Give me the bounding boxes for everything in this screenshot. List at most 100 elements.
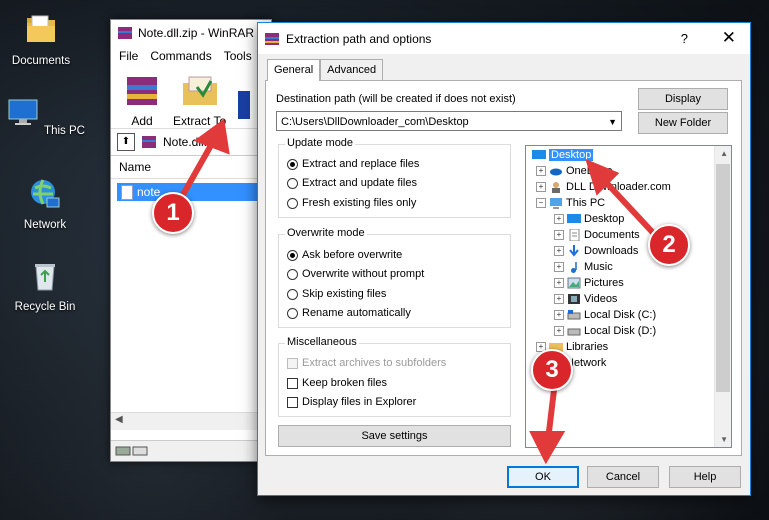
destination-label: Destination path (will be created if doe… [276, 93, 516, 105]
horizontal-scrollbar[interactable]: ◀ [111, 412, 271, 430]
radio-rename-auto[interactable]: Rename automatically [287, 307, 411, 319]
desktop-icon-recycle-bin[interactable]: Recycle Bin [5, 258, 85, 313]
dialog-titlebar[interactable]: Extraction path and options ? ✕ [258, 23, 750, 54]
chevron-down-icon[interactable]: ▼ [608, 112, 617, 132]
tree-item-music[interactable]: + Music [554, 259, 613, 274]
radio-selected-icon[interactable] [287, 158, 298, 170]
tree-item-local-d[interactable]: + Local Disk (D:) [554, 323, 656, 338]
expand-icon[interactable]: + [554, 213, 564, 224]
radio-skip-existing[interactable]: Skip existing files [287, 288, 386, 300]
tree-item-label: Local Disk (C:) [584, 308, 657, 321]
download-arrow-icon [569, 244, 579, 257]
scroll-up-icon[interactable]: ▲ [720, 149, 728, 158]
desktop-icon-label: Recycle Bin [14, 301, 76, 313]
close-icon[interactable]: ✕ [722, 28, 736, 48]
checkbox-keep-broken[interactable]: Keep broken files [287, 377, 387, 389]
cancel-button[interactable]: Cancel [587, 466, 659, 488]
tab-advanced[interactable]: Advanced [320, 59, 384, 80]
radio-icon[interactable] [287, 288, 298, 300]
archive-small-icon [142, 136, 156, 148]
tree-item-pc-desktop[interactable]: + Desktop [554, 211, 624, 226]
desktop-icon-documents[interactable]: Documents [1, 12, 81, 67]
up-folder-icon[interactable]: ⬆ [117, 133, 135, 151]
tree-item-user[interactable]: + DLL Downloader.com [536, 179, 671, 194]
drive-icon [567, 309, 581, 319]
desktop-icon-this-pc[interactable]: This PC [5, 94, 85, 137]
miscellaneous-title: Miscellaneous [285, 336, 359, 348]
expand-icon[interactable]: + [554, 277, 564, 288]
callout-2: 2 [648, 224, 690, 266]
desktop-icon-network[interactable]: Network [5, 176, 85, 231]
menu-commands[interactable]: Commands [150, 49, 211, 63]
radio-selected-icon[interactable] [287, 249, 298, 261]
expand-icon[interactable]: + [536, 165, 546, 176]
option-label: Rename automatically [302, 307, 411, 319]
collapse-icon[interactable]: − [536, 197, 546, 208]
radio-ask-before[interactable]: Ask before overwrite [287, 249, 402, 261]
checkbox-icon[interactable] [287, 396, 298, 408]
test-button-partial[interactable] [236, 87, 251, 128]
save-settings-button[interactable]: Save settings [278, 425, 511, 447]
tree-item-this-pc[interactable]: − This PC [536, 195, 605, 210]
folder-tree[interactable]: Desktop + OneDrive + DLL Downloader.com … [525, 145, 732, 448]
winrar-window: Note.dll.zip - WinRAR File Commands Tool… [110, 19, 272, 462]
ok-button[interactable]: OK [507, 466, 579, 488]
tree-item-pictures[interactable]: + Pictures [554, 275, 624, 290]
tree-item-label: This PC [566, 196, 606, 209]
add-button[interactable]: Add [121, 73, 163, 128]
checkbox-icon[interactable] [287, 357, 298, 369]
expand-icon[interactable]: + [554, 325, 564, 336]
scrollbar-thumb[interactable] [716, 164, 730, 392]
tree-item-desktop[interactable]: Desktop [532, 147, 594, 162]
checkbox-extract-subfolders[interactable]: Extract archives to subfolders [287, 357, 446, 369]
miscellaneous-group: Miscellaneous Extract archives to subfol… [278, 336, 511, 417]
desktop-icon-label: Network [23, 219, 67, 231]
column-header-name[interactable]: Name [111, 156, 271, 179]
expand-icon[interactable]: + [554, 309, 564, 320]
tree-vertical-scrollbar[interactable]: ▲ ▼ [714, 146, 731, 447]
option-label: Display files in Explorer [302, 396, 417, 408]
extract-to-button[interactable]: Extract To [173, 73, 226, 128]
tree-item-label: OneDrive [566, 164, 613, 177]
help-button[interactable]: Help [669, 466, 741, 488]
destination-path-input[interactable]: C:\Users\DllDownloader_com\Desktop ▼ [276, 111, 622, 131]
tab-general[interactable]: General [267, 59, 321, 81]
radio-extract-replace[interactable]: Extract and replace files [287, 158, 419, 170]
tree-item-documents[interactable]: + Documents [554, 227, 640, 242]
expand-icon[interactable]: + [554, 245, 564, 256]
help-icon[interactable]: ? [681, 31, 688, 46]
radio-icon[interactable] [287, 197, 298, 209]
tree-item-label: Videos [584, 292, 618, 305]
tree-item-local-c[interactable]: + Local Disk (C:) [554, 307, 656, 322]
radio-overwrite-without-prompt[interactable]: Overwrite without prompt [287, 268, 424, 280]
callout-3: 3 [531, 349, 573, 391]
expand-icon[interactable]: + [554, 293, 564, 304]
display-button[interactable]: Display [638, 88, 728, 110]
radio-icon[interactable] [287, 268, 298, 280]
onedrive-cloud-icon [550, 168, 562, 175]
desktop-folder-icon [567, 213, 581, 223]
expand-icon[interactable]: + [536, 181, 546, 192]
radio-extract-update[interactable]: Extract and update files [287, 177, 417, 189]
menu-file[interactable]: File [119, 49, 138, 63]
tree-item-label: Libraries [566, 340, 609, 353]
tree-item-downloads[interactable]: + Downloads [554, 243, 638, 258]
tree-item-label: Music [584, 260, 613, 273]
scroll-left-icon[interactable]: ◀ [115, 414, 123, 425]
expand-icon[interactable]: + [554, 261, 564, 272]
checkbox-icon[interactable] [287, 377, 298, 389]
menu-tools[interactable]: Tools [224, 49, 252, 63]
checkbox-display-explorer[interactable]: Display files in Explorer [287, 396, 416, 408]
radio-icon[interactable] [287, 177, 298, 189]
new-folder-button[interactable]: New Folder [638, 112, 728, 134]
winrar-titlebar[interactable]: Note.dll.zip - WinRAR [111, 20, 271, 46]
tree-item-onedrive[interactable]: + OneDrive [536, 163, 612, 178]
update-mode-title: Update mode [285, 137, 356, 149]
tree-item-videos[interactable]: + Videos [554, 291, 617, 306]
radio-fresh-existing[interactable]: Fresh existing files only [287, 197, 416, 209]
scroll-down-icon[interactable]: ▼ [720, 435, 728, 444]
file-row[interactable]: note [117, 183, 261, 201]
dialog-app-icon [265, 32, 279, 45]
expand-icon[interactable]: + [554, 229, 564, 240]
radio-icon[interactable] [287, 307, 298, 319]
